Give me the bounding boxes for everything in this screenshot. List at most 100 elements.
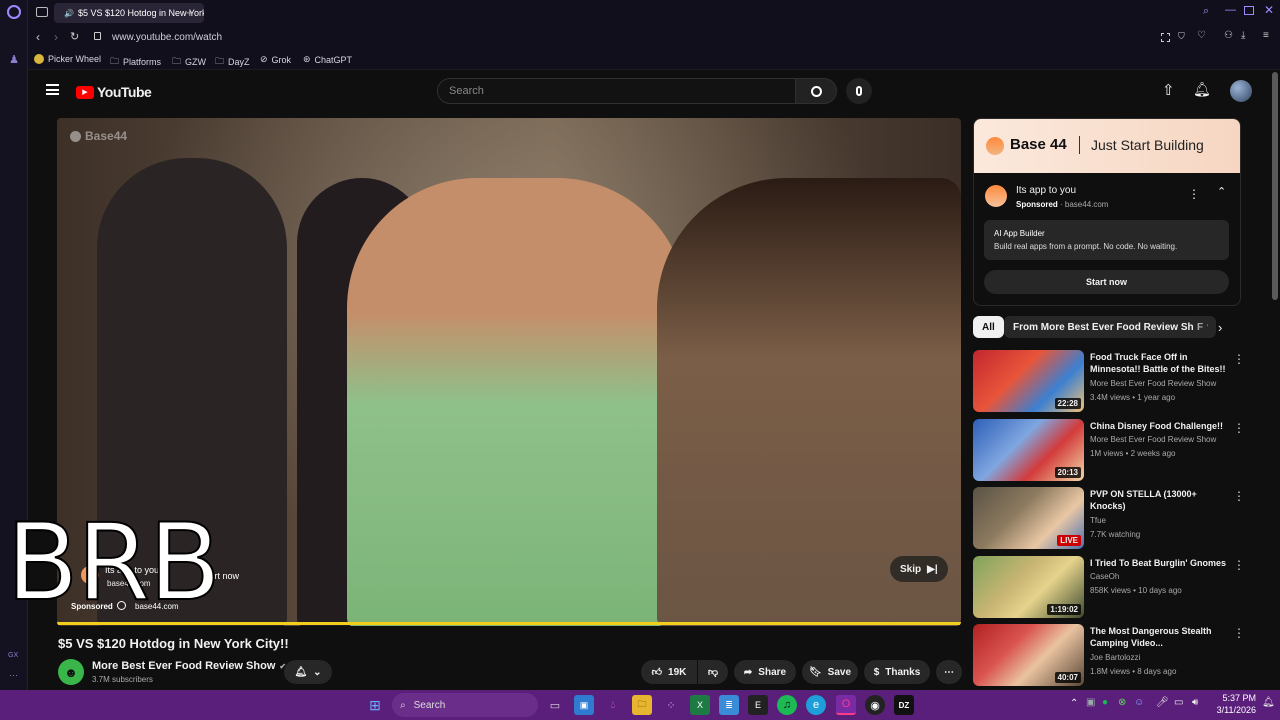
search-tabs-icon[interactable]: ⌕	[1203, 5, 1209, 18]
hamburger-menu-icon[interactable]	[46, 84, 59, 95]
recommendation-item[interactable]: 20:13 China Disney Food Challenge!! More…	[973, 419, 1273, 483]
back-icon[interactable]: ‹	[36, 30, 40, 44]
tab-active[interactable]: 🔊 $5 VS $120 Hotdog in New York City!!	[54, 3, 204, 23]
opera-gx-icon[interactable]: O	[836, 695, 856, 715]
new-tab-button[interactable]: +	[186, 5, 194, 20]
kebab-menu-icon[interactable]: ⋮	[1233, 558, 1245, 572]
ad-banner[interactable]: Base 44 Just Start Building	[974, 119, 1240, 173]
kebab-menu-icon[interactable]: ⋮	[1233, 421, 1245, 435]
voice-search-button[interactable]	[846, 78, 872, 104]
bookmark-dayz[interactable]: 🗀 DayZ	[215, 54, 250, 70]
ad-kebab-icon[interactable]: ⋮	[1188, 187, 1200, 201]
bookmark-icon: 🔖︎	[808, 666, 822, 678]
channel-avatar[interactable]: ☻	[58, 659, 84, 685]
volume-icon[interactable]: 🔊︎	[1192, 697, 1198, 708]
channel-name[interactable]: More Best Ever Food Review Show ✔	[92, 660, 286, 672]
taskbar-search[interactable]: ⌕ Search	[392, 693, 538, 717]
page-scrollbar[interactable]	[1272, 72, 1278, 300]
search-input[interactable]: Search	[449, 85, 484, 97]
lock-icon	[94, 32, 101, 40]
like-button[interactable]: 👍︎ 19K	[641, 660, 697, 684]
url-field[interactable]: www.youtube.com/watch	[112, 32, 222, 43]
bookmark-chatgpt[interactable]: ⊛ ChatGPT	[303, 54, 352, 65]
recommendation-item[interactable]: LIVE PVP ON STELLA (13000+ Knocks) Tfue …	[973, 487, 1273, 551]
tray-app-icon[interactable]: ▣	[1086, 697, 1095, 708]
kebab-menu-icon[interactable]: ⋮	[1233, 626, 1245, 640]
dayz-icon[interactable]: DZ	[894, 695, 914, 715]
subscribed-button[interactable]: 🔔︎ ⌄	[284, 660, 332, 684]
network-icon[interactable]: ▭	[1174, 697, 1183, 708]
video-thumbnail[interactable]: 1:19:02	[973, 556, 1084, 618]
bookmark-picker-wheel[interactable]: Picker Wheel	[34, 54, 101, 64]
thumbs-up-icon: 👍︎	[651, 667, 663, 678]
task-view-icon[interactable]: ▭	[545, 695, 565, 715]
search-box[interactable]: Search	[437, 78, 796, 104]
tray-discord-icon[interactable]: ☺	[1134, 697, 1144, 708]
file-explorer-icon[interactable]: 🗀	[632, 695, 652, 715]
start-button[interactable]: ⊞	[365, 695, 385, 715]
apps-grid-icon[interactable]: ⁘	[661, 695, 681, 715]
video-thumbnail[interactable]: 20:13	[973, 419, 1084, 481]
speaker-icon[interactable]: 🔊	[64, 9, 74, 18]
video-thumbnail[interactable]: LIVE	[973, 487, 1084, 549]
excel-icon[interactable]: X	[690, 695, 710, 715]
bookmark-platforms[interactable]: 🗀 Platforms	[110, 54, 161, 70]
notepad-icon[interactable]: ≣	[719, 695, 739, 715]
bookmark-gzw[interactable]: 🗀 GZW	[172, 54, 206, 70]
more-actions-button[interactable]: ⋯	[936, 660, 962, 684]
bookmark-grok[interactable]: ⊘ Grok	[260, 54, 291, 65]
chip-partial[interactable]: F	[1193, 316, 1207, 338]
chip-all[interactable]: All	[973, 316, 1004, 338]
heart-icon[interactable]: ♡	[1197, 30, 1206, 41]
recommendation-item[interactable]: 40:07 The Most Dangerous Stealth Camping…	[973, 624, 1273, 688]
tab-switcher-icon[interactable]	[36, 7, 48, 17]
spotify-icon[interactable]: ♫	[777, 695, 797, 715]
chip-from-channel[interactable]: From More Best Ever Food Review Show	[1004, 316, 1217, 338]
tray-spotify-icon[interactable]: ●	[1102, 697, 1108, 708]
recommendation-item[interactable]: 22:28 Food Truck Face Off in Minnesota!!…	[973, 350, 1273, 414]
epic-games-icon[interactable]: E	[748, 695, 768, 715]
skip-ad-button[interactable]: Skip ▶|	[890, 556, 948, 582]
video-thumbnail[interactable]: 40:07	[973, 624, 1084, 686]
youtube-logo[interactable]: ▶ YouTube	[76, 84, 152, 100]
obs-icon[interactable]: ◉	[865, 695, 885, 715]
reload-icon[interactable]: ↻	[70, 30, 79, 43]
notifications-icon[interactable]: 🔔︎	[1262, 697, 1275, 708]
thanks-button[interactable]: $ Thanks	[864, 660, 930, 684]
more-icon[interactable]: ···	[9, 670, 18, 680]
ad-start-now-button[interactable]: Start now	[984, 270, 1229, 294]
menu-icon[interactable]: ≡	[1263, 30, 1269, 41]
download-icon[interactable]: ⤓	[1241, 30, 1245, 41]
kebab-menu-icon[interactable]: ⋮	[1233, 352, 1245, 366]
photos-icon[interactable]: ▣	[574, 695, 594, 715]
opera-logo-icon[interactable]	[7, 5, 21, 19]
account-icon[interactable]: ⚇	[1224, 30, 1233, 41]
edge-icon[interactable]: e	[806, 695, 826, 715]
dislike-button[interactable]: 👎︎	[698, 660, 728, 684]
collapse-chevron-icon[interactable]: ⌃	[1217, 185, 1226, 198]
aria-icon[interactable]: ♟	[7, 52, 21, 66]
shield-icon[interactable]: ⛉	[1178, 31, 1185, 42]
tray-chevron-icon[interactable]: ⌃	[1070, 698, 1078, 709]
recommendation-item[interactable]: 1:19:02 I Tried To Beat Burglin' Gnomes …	[973, 556, 1273, 620]
upload-icon[interactable]: ⇧	[1162, 81, 1175, 99]
clock-date[interactable]: 3/11/2026	[1206, 705, 1256, 715]
tray-xbox-icon[interactable]: ⊗	[1118, 697, 1126, 708]
kebab-menu-icon[interactable]: ⋮	[1233, 489, 1245, 503]
minimize-button[interactable]: —	[1225, 4, 1236, 16]
search-button[interactable]	[795, 78, 837, 104]
drop-app-icon[interactable]: 💧︎	[603, 695, 623, 715]
forward-icon[interactable]: ›	[54, 30, 58, 44]
snapshot-icon[interactable]	[1161, 33, 1170, 42]
ad-feature-card[interactable]: AI App Builder Build real apps from a pr…	[984, 220, 1229, 260]
clock-time[interactable]: 5:37 PM	[1214, 693, 1256, 703]
save-button[interactable]: 🔖︎ Save	[802, 660, 858, 684]
video-thumbnail[interactable]: 22:28	[973, 350, 1084, 412]
share-button[interactable]: ➦ Share	[734, 660, 796, 684]
avatar[interactable]	[1230, 80, 1252, 102]
maximize-button[interactable]	[1244, 6, 1254, 15]
close-window-button[interactable]: ✕	[1264, 3, 1274, 17]
notifications-bell-icon[interactable]: 🔔︎	[1193, 81, 1211, 98]
microphone-icon[interactable]: 🎤︎	[1156, 697, 1169, 708]
chevron-right-icon[interactable]: ›	[1218, 320, 1222, 335]
